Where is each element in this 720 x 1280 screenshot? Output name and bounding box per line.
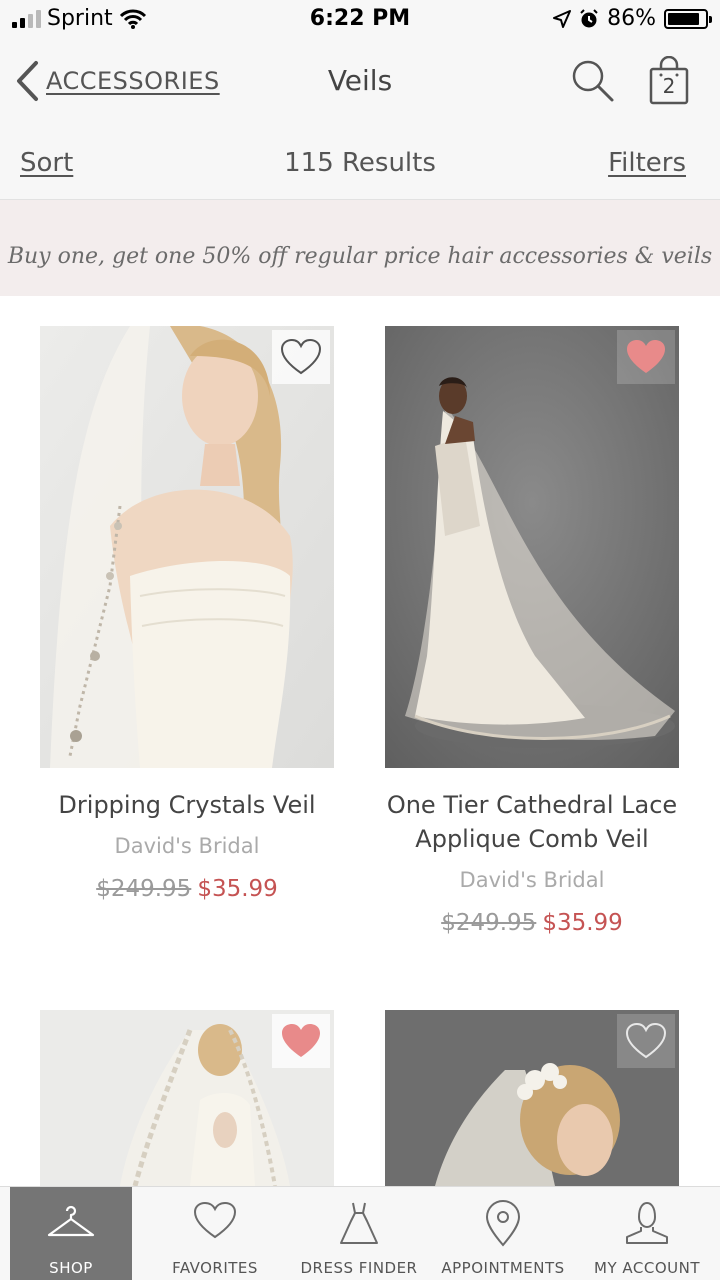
search-icon <box>572 60 614 102</box>
heart-icon <box>625 1022 667 1059</box>
heart-icon <box>282 1024 320 1057</box>
alarm-icon <box>580 8 598 27</box>
favorite-button[interactable] <box>617 1014 675 1068</box>
dress-icon <box>340 1202 378 1244</box>
tab-label: SHOP <box>49 1259 93 1277</box>
status-bar: Sprint 6:22 PM 86% <box>0 0 720 40</box>
tab-label: DRESS FINDER <box>300 1259 418 1277</box>
tab-my-account[interactable]: MY ACCOUNT <box>586 1187 708 1280</box>
tab-shop[interactable]: SHOP <box>10 1187 132 1280</box>
promo-text: Buy one, get one 50% off regular price h… <box>7 244 713 269</box>
status-right: 86% <box>553 6 712 31</box>
tab-dress-finder[interactable]: DRESS FINDER <box>298 1187 420 1280</box>
battery-percent: 86% <box>607 6 656 31</box>
product-image[interactable] <box>40 326 334 768</box>
tab-bar: SHOP FAVORITES DRESS FINDER APPOINTMENTS… <box>0 1186 720 1280</box>
product-name[interactable]: One Tier Cathedral Lace Applique Comb Ve… <box>365 788 699 856</box>
battery-fill <box>668 12 699 25</box>
battery-icon <box>664 8 712 29</box>
person-icon <box>626 1201 668 1244</box>
tab-label: FAVORITES <box>172 1259 258 1277</box>
favorite-button[interactable] <box>617 330 675 384</box>
original-price: $249.95 <box>441 910 537 936</box>
favorite-button[interactable] <box>272 330 330 384</box>
tab-label: APPOINTMENTS <box>441 1259 565 1277</box>
hanger-icon <box>47 1205 95 1237</box>
tab-label: MY ACCOUNT <box>594 1259 700 1277</box>
nav-bar: ACCESSORIES Veils 2 <box>0 40 720 124</box>
product-image[interactable] <box>385 326 679 768</box>
product-photo-veil-crystals <box>40 326 334 768</box>
tab-favorites[interactable]: FAVORITES <box>154 1187 276 1280</box>
filters-button[interactable]: Filters <box>608 148 686 178</box>
promo-banner[interactable]: Buy one, get one 50% off regular price h… <box>0 200 720 296</box>
sale-price: $35.99 <box>542 910 623 936</box>
back-label: ACCESSORIES <box>46 67 220 95</box>
location-pin-icon <box>485 1200 521 1247</box>
heart-icon <box>627 340 665 373</box>
product-photo-cathedral-veil <box>385 326 679 768</box>
original-price: $249.95 <box>96 876 192 902</box>
heart-icon <box>193 1201 237 1239</box>
product-image[interactable] <box>40 1010 334 1186</box>
product-brand: David's Bridal <box>459 868 605 892</box>
product-image[interactable] <box>385 1010 679 1186</box>
heart-icon <box>280 338 322 375</box>
sort-filter-bar: Sort 115 Results Filters <box>0 124 720 200</box>
back-button[interactable]: ACCESSORIES <box>14 60 220 102</box>
sale-price: $35.99 <box>197 876 278 902</box>
sort-button[interactable]: Sort <box>20 148 73 178</box>
product-name[interactable]: Dripping Crystals Veil <box>20 788 354 822</box>
product-price: $249.95 $35.99 <box>40 876 334 902</box>
tab-appointments[interactable]: APPOINTMENTS <box>441 1187 565 1280</box>
product-brand: David's Bridal <box>114 834 260 858</box>
shopping-bag-button[interactable]: 2 <box>646 55 692 106</box>
favorite-button[interactable] <box>272 1014 330 1068</box>
chevron-left-icon <box>17 61 38 101</box>
bag-count-badge: 2 <box>662 74 676 98</box>
location-arrow-icon <box>553 9 572 28</box>
product-price: $249.95 $35.99 <box>385 910 679 936</box>
search-button[interactable] <box>570 58 616 104</box>
